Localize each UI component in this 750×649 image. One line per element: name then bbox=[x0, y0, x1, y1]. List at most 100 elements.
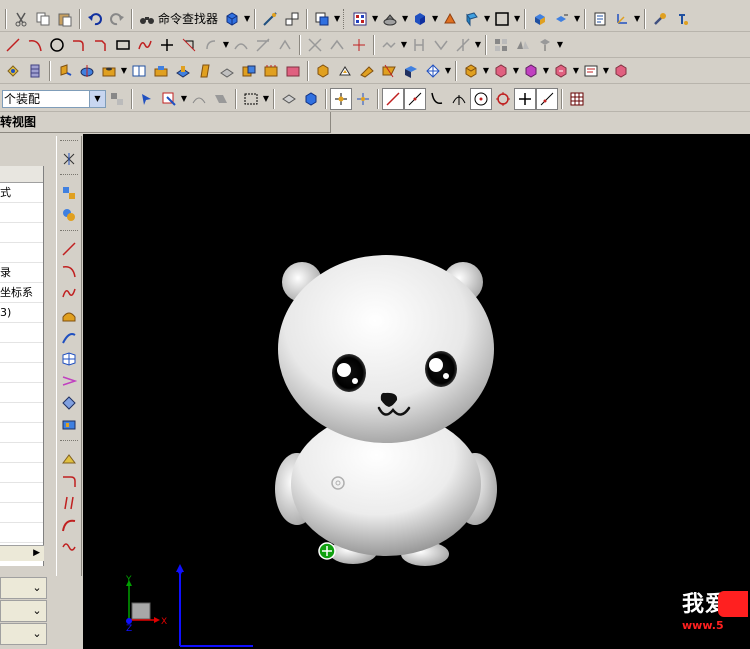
frame-icon[interactable] bbox=[491, 8, 513, 30]
curve-rule-icon[interactable] bbox=[188, 88, 210, 110]
face-rule-icon[interactable] bbox=[210, 88, 232, 110]
navigator-row[interactable] bbox=[0, 203, 43, 223]
constraint-nav-icon[interactable] bbox=[57, 204, 81, 226]
navigator-row[interactable] bbox=[0, 323, 43, 343]
blend-icon[interactable] bbox=[260, 60, 282, 82]
command-finder-button[interactable]: 命令查找器 bbox=[136, 8, 221, 30]
rectangle-select-icon[interactable] bbox=[240, 88, 262, 110]
navigator-row[interactable] bbox=[0, 363, 43, 383]
dropdown-arrow-icon[interactable]: ▼ bbox=[262, 88, 270, 110]
dropdown-arrow-icon[interactable]: ▼ bbox=[482, 60, 490, 82]
extend-icon[interactable] bbox=[252, 34, 274, 56]
scroll-right-icon[interactable]: ▶ bbox=[33, 548, 40, 558]
dropdown-arrow-icon[interactable]: ▼ bbox=[222, 34, 230, 56]
rotate-point-icon[interactable] bbox=[318, 542, 336, 560]
rib-icon[interactable] bbox=[216, 60, 238, 82]
dropdown-arrow-icon[interactable]: ▼ bbox=[513, 8, 521, 30]
view-cube-icon[interactable] bbox=[461, 8, 483, 30]
blend-face-icon[interactable] bbox=[57, 448, 81, 470]
layer-icon[interactable] bbox=[311, 8, 333, 30]
chevron-down-icon[interactable]: ⌄ bbox=[30, 627, 44, 641]
boss-icon[interactable] bbox=[172, 60, 194, 82]
part-navigator[interactable]: 式录坐标系 3) bbox=[0, 166, 44, 566]
more-feature-icon[interactable] bbox=[610, 60, 632, 82]
split-icon[interactable] bbox=[408, 34, 430, 56]
intersect-icon[interactable] bbox=[304, 34, 326, 56]
trim-body-icon[interactable] bbox=[422, 60, 444, 82]
endpoint-snap-icon[interactable] bbox=[382, 87, 404, 110]
chevron-down-icon[interactable]: ⌄ bbox=[30, 604, 44, 618]
sew-icon[interactable] bbox=[378, 60, 400, 82]
extrude-icon[interactable] bbox=[54, 60, 76, 82]
sketch-icon[interactable] bbox=[2, 60, 24, 82]
navigator-row[interactable] bbox=[0, 463, 43, 483]
midpoint-snap-icon[interactable] bbox=[404, 87, 426, 110]
dropdown-arrow-icon[interactable]: ▼ bbox=[401, 8, 409, 30]
collapsed-panel-1[interactable]: ⌄ bbox=[0, 577, 47, 599]
navigator-row[interactable] bbox=[0, 483, 43, 503]
snap-icon[interactable] bbox=[281, 8, 303, 30]
dropdown-arrow-icon[interactable]: ▼ bbox=[512, 60, 520, 82]
chamfer-icon[interactable] bbox=[90, 34, 112, 56]
line-tool-icon[interactable] bbox=[57, 238, 81, 260]
fillet-icon[interactable] bbox=[68, 34, 90, 56]
body-select-icon[interactable] bbox=[278, 88, 300, 110]
book-icon[interactable] bbox=[128, 60, 150, 82]
dropdown-arrow-icon[interactable]: ▼ bbox=[602, 60, 610, 82]
shell-icon[interactable] bbox=[194, 60, 216, 82]
shade-cube-icon[interactable] bbox=[409, 8, 431, 30]
dropdown-arrow-icon[interactable]: ▼ bbox=[400, 34, 408, 56]
navigator-row[interactable] bbox=[0, 343, 43, 363]
arc-center-icon[interactable] bbox=[470, 87, 492, 110]
dropdown-arrow-icon[interactable]: ▼ bbox=[120, 60, 128, 82]
grid-view-icon[interactable] bbox=[349, 8, 371, 30]
navigator-row[interactable]: 式 bbox=[0, 183, 43, 203]
collapsed-panel-3[interactable]: ⌄ bbox=[0, 623, 47, 645]
end-point-icon[interactable] bbox=[352, 88, 374, 110]
help-icon[interactable] bbox=[671, 8, 693, 30]
assembly-filter-select[interactable]: 个装配 ▼ bbox=[2, 89, 106, 108]
dropdown-arrow-icon[interactable]: ▼ bbox=[371, 8, 379, 30]
bear-model[interactable] bbox=[275, 255, 497, 566]
navigator-row[interactable]: 录 bbox=[0, 263, 43, 283]
datum-icon[interactable] bbox=[24, 60, 46, 82]
horizontal-scrollbar[interactable]: ▶ bbox=[0, 545, 44, 561]
spline-icon[interactable] bbox=[134, 34, 156, 56]
navigator-row[interactable] bbox=[0, 503, 43, 523]
assembly-icon[interactable] bbox=[529, 8, 551, 30]
dropdown-arrow-icon[interactable]: ▼ bbox=[243, 8, 251, 30]
document-icon[interactable] bbox=[589, 8, 611, 30]
n-sided-icon[interactable] bbox=[57, 392, 81, 414]
rectangle-icon[interactable] bbox=[112, 34, 134, 56]
navigator-row[interactable]: 3) bbox=[0, 303, 43, 323]
dropdown-arrow-icon[interactable]: ▼ bbox=[483, 8, 491, 30]
helix-icon[interactable] bbox=[57, 536, 81, 558]
arc-icon[interactable] bbox=[24, 34, 46, 56]
sweep-tool-icon[interactable] bbox=[57, 326, 81, 348]
trim-icon[interactable] bbox=[230, 34, 252, 56]
section-icon[interactable] bbox=[378, 34, 400, 56]
quadrant-point-icon[interactable] bbox=[492, 88, 514, 110]
navigator-row[interactable]: 坐标系 bbox=[0, 283, 43, 303]
chevron-down-icon[interactable]: ▼ bbox=[89, 90, 105, 107]
dropdown-arrow-icon[interactable]: ▼ bbox=[474, 34, 482, 56]
join-icon[interactable] bbox=[430, 34, 452, 56]
copy-icon[interactable] bbox=[32, 8, 54, 30]
point-icon[interactable] bbox=[156, 34, 178, 56]
through-curves-icon[interactable] bbox=[57, 370, 81, 392]
navigator-row[interactable] bbox=[0, 383, 43, 403]
undo-icon[interactable] bbox=[84, 8, 106, 30]
combine-icon[interactable] bbox=[348, 34, 370, 56]
pattern-icon[interactable] bbox=[490, 34, 512, 56]
chevron-down-icon[interactable]: ⌄ bbox=[30, 581, 44, 595]
offset-face-icon[interactable] bbox=[334, 60, 356, 82]
graphics-viewport[interactable]: Y Y X Z 我爱 www.5 bbox=[83, 134, 750, 649]
navigator-row[interactable] bbox=[0, 523, 43, 543]
select-all-icon[interactable] bbox=[136, 88, 158, 110]
navigator-row[interactable] bbox=[0, 443, 43, 463]
snap-points-icon[interactable] bbox=[330, 87, 352, 110]
measure-icon[interactable] bbox=[259, 8, 281, 30]
extension-icon[interactable] bbox=[57, 414, 81, 436]
navigator-row[interactable] bbox=[0, 423, 43, 443]
control-point-icon[interactable] bbox=[426, 88, 448, 110]
